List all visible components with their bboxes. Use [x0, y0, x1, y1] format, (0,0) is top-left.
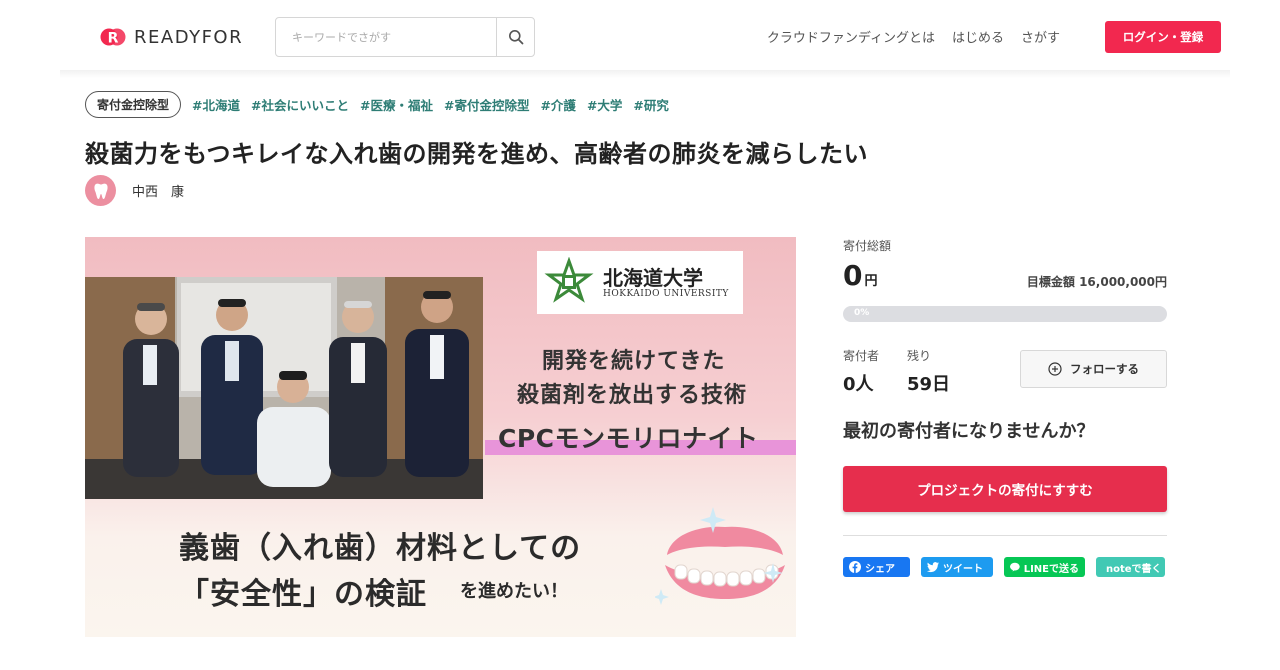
- divider: [843, 535, 1167, 536]
- funding-panel: 寄付総額 0円 目標金額 16,000,000円 0% 寄付者 0人 残り 59…: [843, 237, 1167, 577]
- project-title: 殺菌力をもつキレイな入れ歯の開発を進め、高齢者の肺炎を減らしたい: [85, 140, 869, 168]
- line-share-button[interactable]: LINEで送る: [1004, 557, 1085, 577]
- readyfor-logo[interactable]: R READYFOR: [100, 24, 243, 50]
- university-name-en: HOKKAIDO UNIVERSITY: [603, 288, 729, 299]
- hashtag-link[interactable]: #大学: [587, 95, 622, 114]
- logo-text: READYFOR: [134, 26, 244, 48]
- owner-name: 中西 康: [132, 185, 185, 200]
- header-nav: クラウドファンディングとは はじめる さがす: [767, 27, 1060, 46]
- hashtag-link[interactable]: #研究: [633, 95, 668, 114]
- remaining-label: 残り: [907, 349, 932, 363]
- supporters-value: 0人: [843, 374, 874, 395]
- category-pill[interactable]: 寄付金控除型: [85, 91, 182, 118]
- group-photo: [85, 277, 483, 499]
- hashtag-link[interactable]: #介護: [540, 95, 575, 114]
- twitter-bird-icon: [927, 561, 939, 572]
- plus-circle-icon: [1048, 362, 1062, 376]
- hashtag-link[interactable]: #医療・福祉: [360, 95, 433, 114]
- twitter-share-button[interactable]: ツイート: [921, 557, 993, 577]
- share-buttons: シェア ツイート LINEで送る noteで書く: [843, 557, 1165, 577]
- progress-text: 0%: [854, 308, 870, 318]
- first-supporter-text: 最初の寄付者になりませんか？: [843, 421, 1095, 442]
- university-name-jp: 北海道大学: [603, 265, 703, 290]
- search-button[interactable]: [496, 18, 534, 56]
- goal-amount: 目標金額 16,000,000円: [1026, 275, 1167, 289]
- line-icon: [1010, 562, 1020, 572]
- follow-label: フォローする: [1070, 362, 1139, 376]
- facebook-icon: [849, 561, 861, 573]
- site-header: R READYFOR クラウドファンディングとは はじめる さがす ログイン・登…: [0, 0, 1280, 70]
- nav-search[interactable]: さがす: [1021, 27, 1060, 46]
- hero-text-line3: CPCモンモリロナイト: [498, 424, 759, 453]
- project-hero-image: 北海道大学 HOKKAIDO UNIVERSITY 開発を続けてきた 殺菌剤を放…: [85, 237, 796, 637]
- hashtag-link[interactable]: #社会にいいこと: [251, 95, 349, 114]
- login-register-button[interactable]: ログイン・登録: [1105, 21, 1221, 53]
- total-value: 0: [843, 259, 863, 292]
- university-emblem-icon: [544, 256, 594, 303]
- remaining-value: 59日: [907, 374, 951, 395]
- note-share-label: noteで書く: [1106, 563, 1162, 575]
- total-amount: 0円: [843, 259, 878, 292]
- line-share-label: LINEで送る: [1023, 563, 1079, 575]
- hero-text-line1: 開発を続けてきた: [542, 349, 726, 374]
- search-icon: [508, 30, 523, 45]
- header-shadow: [60, 70, 1230, 78]
- hero-text-line5-main: 「安全性」の検証: [179, 577, 427, 612]
- facebook-share-button[interactable]: シェア: [843, 557, 910, 577]
- facebook-share-label: シェア: [865, 563, 895, 575]
- search-input[interactable]: [276, 18, 496, 56]
- nav-start[interactable]: はじめる: [952, 27, 1004, 46]
- hero-text-line4: 義歯（入れ歯）材料としての: [179, 531, 582, 566]
- nav-about-crowdfunding[interactable]: クラウドファンディングとは: [767, 27, 935, 46]
- progress-bar: 0%: [843, 306, 1167, 322]
- hashtag-link[interactable]: #寄付金控除型: [444, 95, 529, 114]
- readyfor-logo-icon: R: [100, 24, 126, 50]
- total-label: 寄付総額: [843, 239, 892, 253]
- supporters-label: 寄付者: [843, 349, 880, 363]
- project-tags: 寄付金控除型 #北海道 #社会にいいこと #医療・福祉 #寄付金控除型 #介護 …: [85, 91, 669, 118]
- search-box: [275, 17, 535, 57]
- denture-illustration: [655, 507, 785, 605]
- university-logo-box: 北海道大学 HOKKAIDO UNIVERSITY: [537, 251, 743, 314]
- note-share-button[interactable]: noteで書く: [1096, 557, 1165, 577]
- tooth-icon: [93, 183, 108, 199]
- twitter-share-label: ツイート: [943, 563, 983, 575]
- total-unit: 円: [864, 274, 878, 289]
- hero-text-line2: 殺菌剤を放出する技術: [517, 383, 748, 408]
- remaining-stat: 残り 59日: [907, 347, 950, 396]
- project-owner[interactable]: 中西 康: [85, 175, 184, 206]
- support-project-button[interactable]: プロジェクトの寄付にすすむ: [843, 466, 1167, 512]
- hashtag-link[interactable]: #北海道: [192, 95, 240, 114]
- avatar: [85, 175, 116, 206]
- follow-button[interactable]: フォローする: [1020, 350, 1167, 388]
- supporters-stat: 寄付者 0人: [843, 347, 879, 396]
- svg-text:R: R: [108, 31, 119, 47]
- hero-text-line5-sub: を進めたい！: [460, 581, 568, 602]
